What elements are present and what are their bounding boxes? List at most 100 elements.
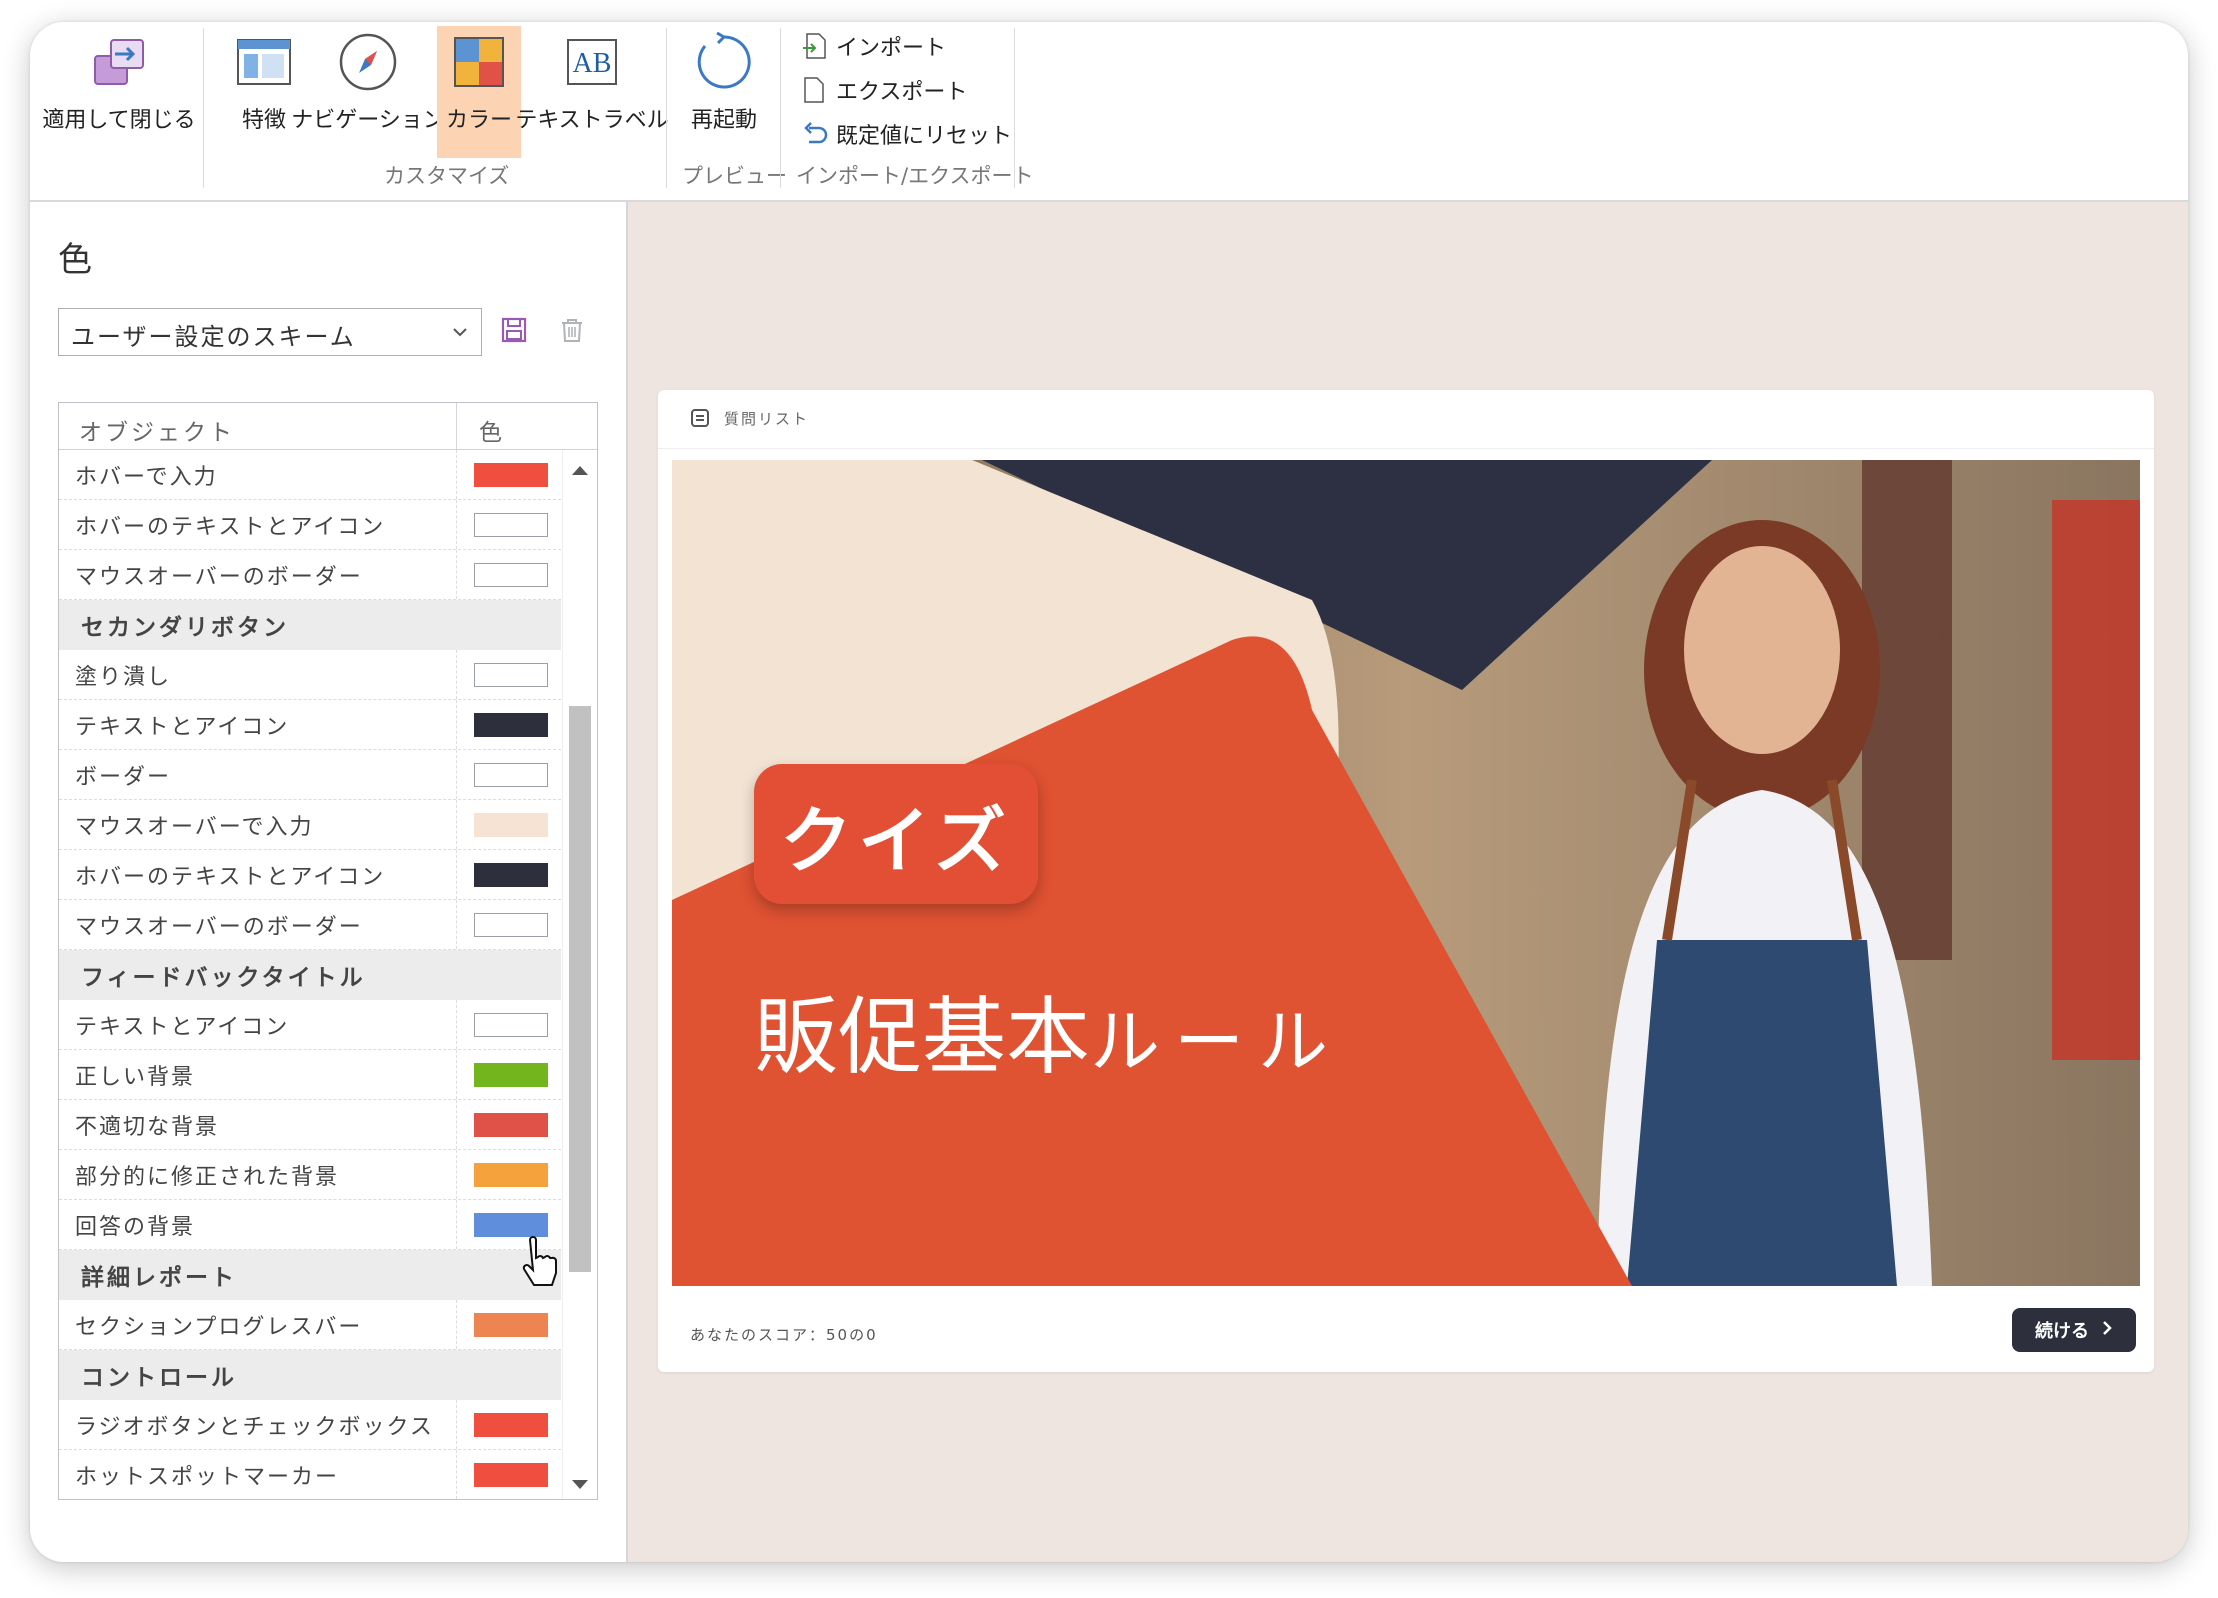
color-swatch[interactable]	[474, 762, 548, 787]
table-row[interactable]: マウスオーバーで入力	[59, 800, 561, 850]
group-header-label: セカンダリボタン	[81, 615, 289, 641]
color-swatch[interactable]	[474, 912, 548, 937]
table-row[interactable]: マウスオーバーのボーダー	[59, 900, 561, 950]
save-icon	[500, 316, 528, 348]
color-object-table: オブジェクト 色 ホバーで入力 ホバーのテキストとアイコン マウスオーバーのボーダー…	[58, 402, 598, 1500]
color-swatch[interactable]	[474, 1312, 548, 1337]
table-row[interactable]: テキストとアイコン	[59, 1000, 561, 1050]
table-row[interactable]: ホバーのテキストとアイコン	[59, 500, 561, 550]
color-swatch[interactable]	[474, 1012, 548, 1037]
scroll-up-arrow-icon[interactable]	[572, 466, 588, 475]
navigation-button[interactable]: ナビゲーション	[291, 26, 445, 158]
table-row[interactable]: テキストとアイコン	[59, 700, 561, 750]
color-swatch[interactable]	[474, 512, 548, 537]
apply-close-button[interactable]: 適用して閉じる	[42, 26, 196, 158]
continue-label: 続ける	[2035, 1321, 2089, 1342]
trash-icon	[558, 316, 586, 348]
color-swatch[interactable]	[474, 1062, 548, 1087]
table-row[interactable]: セクションプログレスバー	[59, 1300, 561, 1350]
color-swatch[interactable]	[474, 1162, 548, 1187]
table-row[interactable]: ホットスポットマーカー	[59, 1450, 561, 1499]
color-swatch[interactable]	[474, 562, 548, 587]
colors-label: カラー	[445, 108, 512, 133]
preview-area: 質問リスト クイズ 販促基本ルール あなたのスコア：50の0 続ける	[628, 202, 2188, 1562]
row-label: 回答の背景	[59, 1200, 457, 1249]
ribbon-separator	[203, 28, 204, 188]
table-row[interactable]: マウスオーバーのボーダー	[59, 550, 561, 600]
table-row[interactable]: ボーダー	[59, 750, 561, 800]
group-label-import-export: インポート/エクスポート	[796, 164, 1034, 188]
color-swatch[interactable]	[474, 812, 548, 837]
text-label-icon: AB	[560, 30, 624, 94]
table-row[interactable]: 正しい背景	[59, 1050, 561, 1100]
color-swatch[interactable]	[474, 462, 548, 487]
group-header-label: フィードバックタイトル	[81, 965, 366, 991]
import-icon	[800, 31, 830, 61]
color-swatch[interactable]	[474, 1112, 548, 1137]
color-settings-panel: 色 ユーザー設定のスキーム オブジェクト 色 ホバーで入力 ホバーのテキストとア…	[30, 202, 628, 1562]
features-button[interactable]: 特徴	[224, 26, 304, 158]
color-swatch[interactable]	[474, 712, 548, 737]
slide-title-main: 販促基本	[754, 988, 1091, 1086]
table-row[interactable]: 塗り潰し	[59, 650, 561, 700]
row-label: セクションプログレスバー	[59, 1300, 457, 1349]
undo-icon	[800, 119, 830, 149]
scrollbar[interactable]	[562, 450, 597, 1499]
app-window: 適用して閉じる 特徴 ナビゲーション カラー AB テキストラベル カスタマイズ…	[30, 22, 2188, 1562]
color-swatch[interactable]	[474, 1462, 548, 1487]
color-palette-icon	[447, 30, 511, 94]
export-label: エクスポート	[836, 80, 968, 105]
color-swatch[interactable]	[474, 1212, 548, 1237]
table-row[interactable]: ラジオボタンとチェックボックス	[59, 1400, 561, 1450]
color-swatch[interactable]	[474, 862, 548, 887]
ribbon-separator	[780, 28, 781, 188]
restart-label: 再起動	[690, 108, 757, 133]
color-scheme-value: ユーザー設定のスキーム	[71, 323, 356, 351]
row-label: ボーダー	[59, 750, 457, 799]
table-row[interactable]: 不適切な背景	[59, 1100, 561, 1150]
question-list-label[interactable]: 質問リスト	[724, 408, 809, 429]
table-row[interactable]: 部分的に修正された背景	[59, 1150, 561, 1200]
import-button[interactable]: インポート	[800, 30, 946, 62]
color-rows: ホバーで入力 ホバーのテキストとアイコン マウスオーバーのボーダー セカンダリボタン塗…	[59, 450, 561, 1499]
row-label: 正しい背景	[59, 1050, 457, 1099]
group-header: コントロール	[59, 1350, 561, 1400]
restart-button[interactable]: 再起動	[676, 26, 772, 158]
export-icon	[800, 75, 830, 105]
restart-icon	[692, 30, 756, 94]
score-text: あなたのスコア：50の0	[690, 1326, 878, 1344]
row-label: 塗り潰し	[59, 650, 457, 699]
colors-button[interactable]: カラー	[437, 26, 521, 158]
apply-close-label: 適用して閉じる	[42, 108, 196, 133]
row-label: マウスオーバーで入力	[59, 800, 457, 849]
color-swatch[interactable]	[474, 1412, 548, 1437]
group-label-preview: プレビュー	[682, 164, 787, 188]
delete-scheme-button[interactable]	[554, 314, 590, 350]
export-button[interactable]: エクスポート	[800, 74, 967, 106]
panel-title: 色	[58, 240, 92, 280]
svg-text:AB: AB	[573, 48, 612, 79]
color-swatch[interactable]	[474, 662, 548, 687]
reset-defaults-button[interactable]: 既定値にリセット	[800, 118, 1012, 150]
reset-defaults-label: 既定値にリセット	[836, 124, 1013, 149]
ribbon-toolbar: 適用して閉じる 特徴 ナビゲーション カラー AB テキストラベル カスタマイズ…	[30, 22, 2188, 202]
save-scheme-button[interactable]	[496, 314, 532, 350]
scroll-down-arrow-icon[interactable]	[572, 1480, 588, 1489]
row-label: 不適切な背景	[59, 1100, 457, 1149]
continue-button[interactable]: 続ける	[2012, 1308, 2136, 1352]
quiz-player-card: 質問リスト クイズ 販促基本ルール あなたのスコア：50の0 続ける	[658, 390, 2154, 1372]
table-row[interactable]: ホバーで入力	[59, 450, 561, 500]
scrollbar-thumb[interactable]	[569, 706, 591, 1272]
color-scheme-dropdown[interactable]: ユーザー設定のスキーム	[58, 308, 482, 356]
group-header: セカンダリボタン	[59, 600, 561, 650]
question-list-icon[interactable]	[690, 408, 710, 428]
column-header-color: 色	[479, 420, 505, 446]
text-labels-label: テキストラベル	[515, 108, 669, 133]
text-labels-button[interactable]: AB テキストラベル	[515, 26, 669, 158]
hand-cursor-icon	[518, 1236, 558, 1290]
table-row[interactable]: 回答の背景	[59, 1200, 561, 1250]
table-row[interactable]: ホバーのテキストとアイコン	[59, 850, 561, 900]
group-header-label: コントロール	[81, 1365, 237, 1391]
compass-icon	[336, 30, 400, 94]
column-header-object: オブジェクト	[59, 403, 457, 449]
